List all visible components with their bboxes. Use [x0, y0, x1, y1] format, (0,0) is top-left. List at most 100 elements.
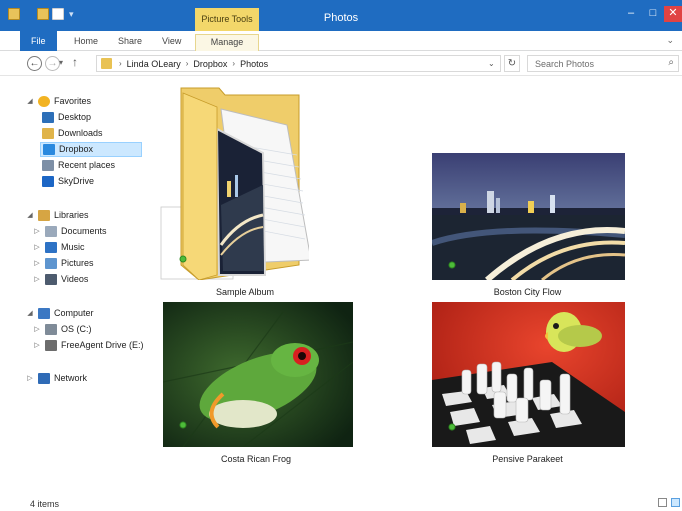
minimize-button[interactable]: – [620, 6, 642, 22]
photo-thumbnail [432, 302, 625, 447]
details-view-icon[interactable] [658, 498, 667, 507]
tab-file[interactable]: File [20, 31, 57, 51]
expand-arrow-icon[interactable]: ▷ [33, 272, 41, 287]
expand-arrow-icon[interactable]: ▷ [26, 371, 34, 386]
ribbon-tabs: File Home Share View Manage ⌄ [0, 31, 682, 51]
properties-icon[interactable] [37, 8, 49, 20]
sidebar-item-documents[interactable]: ▷ Documents [33, 224, 107, 239]
folder-icon [101, 58, 112, 69]
back-button[interactable]: ← [27, 56, 42, 71]
quick-access-toolbar: ▾ [8, 8, 74, 20]
sidebar-item-recent-places[interactable]: Recent places [42, 158, 115, 173]
item-count: 4 items [30, 499, 60, 509]
sidebar-item-label: SkyDrive [58, 176, 95, 186]
recent-places-icon [42, 160, 54, 171]
breadcrumb-separator[interactable]: › [186, 59, 189, 69]
new-folder-icon[interactable] [52, 8, 64, 20]
sidebar-item-label: Computer [54, 308, 94, 318]
sidebar-item-dropbox[interactable]: Dropbox [40, 142, 142, 157]
large-icons-view-icon[interactable] [671, 498, 680, 507]
item-pensive-parakeet[interactable]: Pensive Parakeet [430, 302, 625, 467]
tab-share[interactable]: Share [112, 34, 148, 51]
customize-toolbar-icon[interactable]: ▾ [69, 9, 74, 20]
sidebar-item-libraries[interactable]: ◢ Libraries [26, 208, 89, 223]
downloads-icon [42, 128, 54, 139]
close-button[interactable]: ✕ [664, 6, 682, 22]
refresh-button[interactable]: ↻ [504, 55, 520, 72]
picture-tools-tab-group: Picture Tools [195, 8, 259, 31]
expand-ribbon-icon[interactable]: ⌄ [666, 35, 674, 46]
item-caption: Costa Rican Frog [220, 454, 292, 464]
breadcrumb-linda-oleary[interactable]: Linda OLeary [127, 59, 181, 69]
recent-locations-icon[interactable]: ▾ [59, 58, 63, 67]
sidebar-item-network[interactable]: ▷ Network [26, 371, 87, 386]
sidebar-item-skydrive[interactable]: SkyDrive [42, 174, 94, 189]
breadcrumb-photos[interactable]: Photos [240, 59, 268, 69]
breadcrumb: › Linda OLeary › Dropbox › Photos [119, 59, 268, 69]
photo-thumbnail [432, 153, 625, 280]
drive-e-icon [45, 340, 57, 351]
maximize-button[interactable]: □ [642, 6, 664, 22]
expand-arrow-icon[interactable]: ▷ [33, 338, 41, 353]
skydrive-icon [42, 176, 54, 187]
sidebar-item-music[interactable]: ▷ Music [33, 240, 85, 255]
sidebar-item-freeagent-drive-e[interactable]: ▷ FreeAgent Drive (E:) [33, 338, 144, 353]
search-input[interactable] [528, 56, 658, 71]
forward-button[interactable]: → [45, 56, 60, 71]
expand-arrow-icon[interactable]: ▷ [33, 322, 41, 337]
window-title: Photos [323, 12, 359, 24]
sidebar-item-label: Dropbox [59, 144, 94, 154]
item-boston-city-flow[interactable]: Boston City Flow [430, 151, 625, 301]
expand-arrow-icon[interactable]: ▷ [33, 224, 41, 239]
pictures-icon [45, 258, 57, 269]
address-dropdown-icon[interactable]: ⌄ [488, 59, 495, 68]
documents-icon [45, 226, 57, 237]
expand-arrow-icon[interactable]: ◢ [26, 208, 34, 223]
expand-arrow-icon[interactable]: ▷ [33, 256, 41, 271]
status-bar: 4 items [0, 487, 682, 511]
folder-icon [160, 87, 309, 280]
navigation-pane: ◢ Favorites Desktop Downloads Dropbox Recent … [0, 77, 145, 487]
videos-icon [45, 274, 57, 285]
expand-arrow-icon[interactable]: ▷ [33, 240, 41, 255]
network-icon [38, 373, 50, 384]
sidebar-item-downloads[interactable]: Downloads [42, 126, 103, 141]
search-box[interactable]: ⌕ [527, 55, 679, 72]
address-field[interactable]: › Linda OLeary › Dropbox › Photos [96, 55, 501, 72]
sidebar-item-label: Libraries [54, 210, 89, 220]
libraries-icon [38, 210, 50, 221]
expand-arrow-icon[interactable]: ◢ [26, 306, 34, 321]
item-sample-album[interactable]: Sample Album [159, 85, 309, 300]
drive-c-icon [45, 324, 57, 335]
breadcrumb-dropbox[interactable]: Dropbox [193, 59, 227, 69]
dropbox-icon [43, 144, 55, 155]
item-costa-rican-frog[interactable]: Costa Rican Frog [161, 302, 356, 467]
file-view: Sample Album Boston City Flow Costa Rica… [145, 77, 682, 487]
sidebar-item-label: Network [54, 373, 88, 383]
sidebar-item-pictures[interactable]: ▷ Pictures [33, 256, 94, 271]
sidebar-item-label: Music [61, 242, 85, 252]
sidebar-item-computer[interactable]: ◢ Computer [26, 306, 94, 321]
tab-manage[interactable]: Manage [195, 34, 259, 51]
photo-thumbnail [163, 302, 353, 447]
sidebar-item-desktop[interactable]: Desktop [42, 110, 91, 125]
expand-arrow-icon[interactable]: ◢ [26, 94, 34, 109]
tab-home[interactable]: Home [68, 34, 104, 51]
sidebar-item-videos[interactable]: ▷ Videos [33, 272, 88, 287]
sidebar-item-label: FreeAgent Drive (E:) [61, 340, 144, 350]
sidebar-item-label: Documents [61, 226, 107, 236]
desktop-icon [42, 112, 54, 123]
music-icon [45, 242, 57, 253]
title-bar: ▾ Picture Tools Photos – □ ✕ [0, 0, 682, 31]
breadcrumb-separator[interactable]: › [232, 59, 235, 69]
explorer-icon[interactable] [8, 8, 20, 20]
computer-icon [38, 308, 50, 319]
breadcrumb-separator: › [119, 59, 122, 68]
up-button[interactable]: ↑ [72, 55, 78, 69]
star-icon [38, 96, 50, 107]
search-icon[interactable]: ⌕ [668, 57, 674, 68]
sidebar-item-os-c[interactable]: ▷ OS (C:) [33, 322, 92, 337]
sidebar-item-favorites[interactable]: ◢ Favorites [26, 94, 91, 109]
tab-view[interactable]: View [156, 34, 187, 51]
item-caption: Boston City Flow [493, 287, 562, 297]
